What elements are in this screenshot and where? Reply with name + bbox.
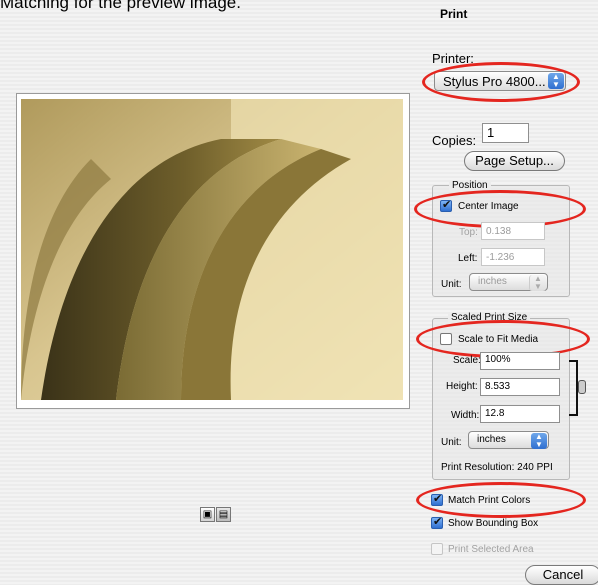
height-field[interactable]: 8.533 bbox=[480, 378, 560, 396]
match-print-colors-checkbox[interactable] bbox=[431, 492, 443, 506]
preview-toggle-color-icon[interactable]: ▤ bbox=[216, 507, 231, 522]
title-bar: Print bbox=[0, 0, 598, 26]
constrain-bracket bbox=[569, 360, 578, 416]
print-selected-area-checkbox bbox=[431, 543, 443, 555]
page-setup-button[interactable]: Page Setup... bbox=[464, 151, 565, 171]
scale-to-fit-label: Scale to Fit Media bbox=[458, 334, 539, 345]
width-field[interactable]: 12.8 bbox=[480, 405, 560, 423]
scaled-unit-label: Unit: bbox=[441, 437, 462, 448]
printer-select-value: Stylus Pro 4800... bbox=[443, 74, 546, 89]
print-preview-frame bbox=[16, 93, 410, 409]
window-title: Print bbox=[440, 7, 468, 21]
width-label: Width: bbox=[451, 410, 480, 421]
center-image-checkbox[interactable] bbox=[440, 198, 452, 212]
preview-toggle-page-icon[interactable]: ▣ bbox=[200, 507, 215, 522]
position-unit-value: inches bbox=[478, 276, 507, 287]
height-label: Height: bbox=[446, 381, 478, 392]
print-resolution-text: Print Resolution: 240 PPI bbox=[441, 462, 553, 473]
left-label: Left: bbox=[458, 253, 478, 264]
scaled-unit-select[interactable]: inches ▲ ▼ bbox=[468, 431, 549, 449]
chain-link-icon[interactable] bbox=[578, 380, 586, 394]
popup-arrows-icon: ▲ ▼ bbox=[529, 275, 546, 291]
scale-label: Scale: bbox=[453, 355, 481, 366]
scale-field[interactable]: 100% bbox=[480, 352, 560, 370]
printer-label: Printer: bbox=[432, 51, 474, 66]
center-image-label: Center Image bbox=[458, 201, 519, 212]
top-label: Top: bbox=[459, 227, 478, 238]
position-unit-select: inches ▲ ▼ bbox=[469, 273, 548, 291]
position-unit-label: Unit: bbox=[441, 279, 462, 290]
preview-image bbox=[21, 99, 403, 400]
show-bounding-box-label: Show Bounding Box bbox=[448, 518, 539, 529]
copies-field[interactable]: 1 bbox=[482, 123, 529, 143]
match-print-colors-label: Match Print Colors bbox=[448, 495, 531, 506]
left-field: -1.236 bbox=[481, 248, 545, 266]
print-selected-area-label: Print Selected Area bbox=[448, 544, 534, 555]
cancel-button[interactable]: Cancel bbox=[525, 565, 598, 585]
popup-arrows-icon: ▲ ▼ bbox=[548, 73, 564, 89]
position-group-title: Position bbox=[449, 180, 491, 191]
show-bounding-box-checkbox[interactable] bbox=[431, 515, 443, 529]
print-dialog: Matching for the preview image. Print ▣ … bbox=[0, 0, 598, 585]
top-field: 0.138 bbox=[481, 222, 545, 240]
printer-select[interactable]: Stylus Pro 4800... ▲ ▼ bbox=[434, 71, 566, 91]
scaled-print-size-title: Scaled Print Size bbox=[448, 312, 531, 323]
copies-label: Copies: bbox=[432, 133, 477, 148]
scale-to-fit-checkbox[interactable] bbox=[440, 333, 452, 345]
popup-arrows-icon: ▲ ▼ bbox=[531, 433, 547, 449]
scaled-unit-value: inches bbox=[477, 434, 506, 445]
